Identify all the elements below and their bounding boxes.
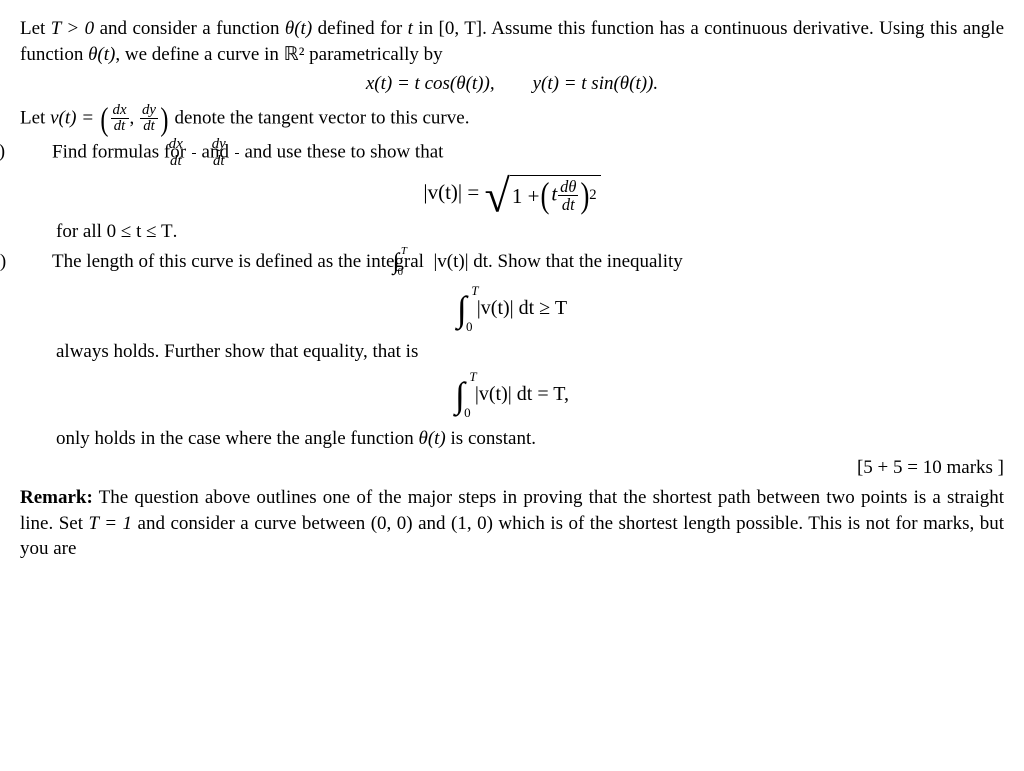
t-var: t xyxy=(551,182,557,206)
theta-t: θ(t) xyxy=(418,428,445,449)
marks-line: [5 + 5 = 10 marks ] xyxy=(20,455,1004,481)
upper-bound: T xyxy=(471,282,478,300)
part-a-label: (a) xyxy=(20,139,52,165)
math-v-eq: v(t) = xyxy=(50,107,99,128)
gap xyxy=(495,73,533,94)
always-paragraph: always holds. Further show that equality… xyxy=(20,339,1004,365)
sqrt-icon: √ xyxy=(484,179,509,217)
comma: , xyxy=(130,107,140,128)
text: Let xyxy=(20,107,50,128)
point-10: (1, 0) xyxy=(451,513,493,534)
range: 0 ≤ t ≤ T xyxy=(107,221,173,242)
sqrt-expression: √1 + (tdθdt)2 xyxy=(484,175,600,213)
math-R2: ℝ² xyxy=(284,44,305,65)
integrand: |v(t)| dt xyxy=(429,251,488,272)
frac-dx-dt: dxdt xyxy=(192,137,196,169)
one-plus: 1 + xyxy=(512,182,540,210)
numerator: dy xyxy=(140,103,158,120)
lparen-icon: ( xyxy=(541,183,550,208)
part-b-label: (b) xyxy=(20,249,52,275)
rparen-icon: ) xyxy=(160,108,168,131)
intro-paragraph: Let T > 0 and consider a function θ(t) d… xyxy=(20,16,1004,67)
text: and use these to show that xyxy=(240,141,444,162)
xy-definition: x(t) = t cos(θ(t)), y(t) = t sin(θ(t)). xyxy=(20,71,1004,97)
frac-dx-dt: dxdt xyxy=(111,103,129,135)
integrand: |v(t)| dt = T, xyxy=(475,383,569,405)
denominator: dt xyxy=(140,119,158,135)
sqrt-body: 1 + (tdθdt)2 xyxy=(510,175,601,213)
text: . Show that the inequality xyxy=(488,251,683,272)
numerator: dy xyxy=(235,137,239,154)
intro-text: , we define a curve in xyxy=(115,44,283,65)
text: and xyxy=(413,513,451,534)
integrand: |v(t)| dt ≥ T xyxy=(477,297,567,319)
numerator: dx xyxy=(111,103,129,120)
part-a-paragraph: (a)Find formulas for dxdt and dydt and u… xyxy=(20,137,1004,169)
frac-dtheta-dt: dθdt xyxy=(558,178,578,213)
upper-bound: T xyxy=(469,368,476,386)
remark-paragraph: Remark: The question above outlines one … xyxy=(20,485,1004,562)
lparen-icon: ( xyxy=(100,108,108,131)
exponent-2: 2 xyxy=(589,186,596,206)
intro-text: Let xyxy=(20,18,51,39)
v-definition-paragraph: Let v(t) = (dxdt, dydt) denote the tange… xyxy=(20,103,1004,135)
fraction-group: dxdt, dydt xyxy=(110,103,159,135)
denominator: dt xyxy=(235,154,239,170)
frac-dy-dt: dydt xyxy=(235,137,239,169)
part-b-paragraph: (b)The length of this curve is defined a… xyxy=(20,247,1004,279)
equality-display: ∫T0 |v(t)| dt = T, xyxy=(20,371,1004,420)
math-theta-t: θ(t) xyxy=(285,18,312,39)
text: The length of this curve is defined as t… xyxy=(52,251,429,272)
lhs: |v(t)| = xyxy=(423,180,484,204)
point-00: (0, 0) xyxy=(371,513,413,534)
lower-bound: 0 xyxy=(464,404,471,422)
text: is constant. xyxy=(446,428,536,449)
denominator: dt xyxy=(111,119,129,135)
paren-inner: tdθdt xyxy=(551,178,579,213)
text: only holds in the case where the angle f… xyxy=(56,428,418,449)
numerator: dx xyxy=(192,137,196,154)
rparen-icon: ) xyxy=(581,183,590,208)
forall-paragraph: for all 0 ≤ t ≤ T. xyxy=(20,219,1004,245)
math-T-gt-0: T > 0 xyxy=(51,18,94,39)
numerator: dθ xyxy=(558,178,578,196)
lower-bound: 0 xyxy=(466,318,473,336)
intro-text: defined for xyxy=(312,18,407,39)
text: and consider a curve between xyxy=(132,513,371,534)
denominator: dt xyxy=(192,154,196,170)
text: for all xyxy=(56,221,107,242)
text: . xyxy=(173,221,178,242)
x-equation: x(t) = t cos(θ(t)), xyxy=(366,73,495,94)
norm-v-equation: |v(t)| = √1 + (tdθdt)2 xyxy=(20,175,1004,213)
inequality-display: ∫T0 |v(t)| dt ≥ T xyxy=(20,285,1004,334)
math-interval: [0, T] xyxy=(439,18,483,39)
intro-text: and consider a function xyxy=(94,18,285,39)
math-theta-t: θ(t) xyxy=(88,44,115,65)
remark-label: Remark: xyxy=(20,487,93,508)
y-equation: y(t) = t sin(θ(t)). xyxy=(533,73,659,94)
math-T-eq-1: T = 1 xyxy=(89,513,133,534)
integral-wrap: ∫T0 xyxy=(457,285,467,334)
frac-dy-dt: dydt xyxy=(140,103,158,135)
intro-text: parametrically by xyxy=(304,44,442,65)
denominator: dt xyxy=(558,196,578,213)
integral-wrap: ∫T0 xyxy=(455,371,465,420)
intro-text: in xyxy=(413,18,439,39)
only-holds-paragraph: only holds in the case where the angle f… xyxy=(20,426,1004,452)
text: denote the tangent vector to this curve. xyxy=(170,107,470,128)
